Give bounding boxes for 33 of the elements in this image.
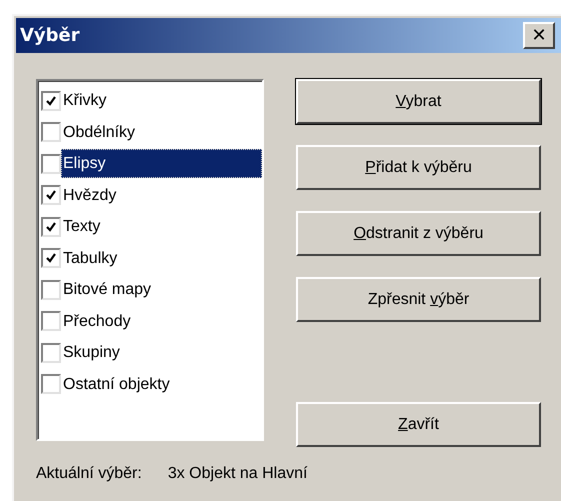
checkmark-icon [45,189,57,202]
dialog-button[interactable]: Vybrat [296,79,541,124]
checkmark-icon [45,220,57,233]
checkmark-icon [45,94,57,107]
list-item[interactable]: Ostatní objekty [61,370,172,399]
checkmark-icon [45,252,57,264]
close-button[interactable]: ✕ [523,22,555,49]
list-item[interactable]: Elipsy [61,149,262,178]
list-item[interactable]: Bitové mapy [61,275,154,304]
list-item[interactable]: Křivky [61,86,109,116]
checkbox[interactable] [41,374,61,394]
dialog-button[interactable]: Odstranit z výběru [296,211,541,256]
checkbox[interactable] [41,248,61,268]
list-item[interactable]: Přechody [61,306,133,336]
status-label: Aktuální výběr: [36,465,142,483]
checkbox[interactable] [41,185,61,206]
checkbox[interactable] [41,342,61,363]
checkbox[interactable] [41,280,61,300]
window-title: Výběr [20,25,80,46]
checkbox[interactable] [41,90,61,111]
list-item[interactable]: Texty [61,212,102,242]
checkbox[interactable] [41,122,61,142]
checkbox[interactable] [41,154,61,174]
dialog-button[interactable]: Zpřesnit výběr [296,277,541,322]
dialog-button[interactable]: Zavřít [296,402,541,447]
list-item[interactable]: Hvězdy [61,180,118,210]
checkbox[interactable] [41,216,61,237]
list-item[interactable]: Obdélníky [61,118,138,147]
list-item[interactable]: Tabulky [61,244,120,273]
status-value: 3x Objekt na Hlavní [168,465,308,483]
dialog-button[interactable]: Přidat k výběru [296,145,541,190]
checkbox[interactable] [41,311,61,332]
list-item[interactable]: Skupiny [61,338,122,368]
